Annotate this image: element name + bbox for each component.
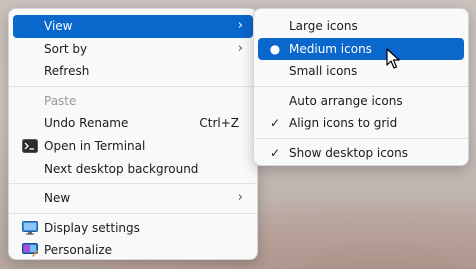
submenu-item-small-icons[interactable]: Small icons	[258, 60, 464, 83]
monitor-icon	[22, 220, 38, 235]
submenu-item-medium-icons[interactable]: ● Medium icons	[258, 37, 464, 61]
menu-item-refresh[interactable]: Refresh	[13, 60, 253, 83]
menu-separator	[254, 137, 468, 139]
submenu-item-medium-icons-label: Medium icons	[289, 41, 372, 56]
menu-item-next-background[interactable]: Next desktop background	[13, 158, 253, 181]
mouse-pointer-icon	[386, 48, 400, 69]
menu-item-personalize[interactable]: Personalize	[13, 239, 253, 262]
chevron-right-icon: ›	[237, 18, 243, 33]
submenu-item-large-icons-label: Large icons	[289, 19, 358, 33]
menu-item-personalize-label: Personalize	[44, 243, 113, 258]
menu-item-view[interactable]: View ›	[13, 15, 253, 38]
submenu-item-align-grid[interactable]: ✓ Align icons to grid	[258, 112, 464, 135]
menu-item-undo-rename[interactable]: Undo Rename Ctrl+Z	[13, 112, 253, 135]
menu-item-display-settings-label: Display settings	[44, 220, 140, 235]
menu-item-sort-by-label: Sort by	[44, 41, 88, 56]
menu-item-undo-rename-label: Undo Rename	[44, 116, 129, 131]
undo-shortcut: Ctrl+Z	[199, 116, 239, 131]
desktop-context-menu: View › Sort by › Refresh Paste Undo Rena…	[8, 8, 258, 260]
checkmark-icon: ✓	[269, 145, 281, 160]
menu-separator	[9, 85, 257, 87]
chevron-right-icon: ›	[237, 40, 243, 56]
menu-item-next-background-label: Next desktop background	[44, 161, 199, 176]
menu-separator	[9, 212, 257, 214]
submenu-item-show-desktop-icons-label: Show desktop icons	[289, 145, 409, 160]
submenu-item-auto-arrange-label: Auto arrange icons	[289, 93, 403, 108]
menu-item-view-label: View	[44, 19, 73, 33]
submenu-item-auto-arrange[interactable]: Auto arrange icons	[258, 90, 464, 113]
menu-item-refresh-label: Refresh	[44, 64, 90, 79]
terminal-icon	[22, 138, 38, 153]
view-submenu: Large icons ● Medium icons Small icons A…	[253, 8, 469, 166]
personalize-icon	[22, 243, 38, 258]
menu-item-display-settings[interactable]: Display settings	[13, 217, 253, 240]
menu-item-paste: Paste	[13, 90, 253, 113]
radio-dot-icon: ●	[269, 41, 281, 56]
checkmark-icon: ✓	[269, 116, 281, 131]
submenu-item-large-icons[interactable]: Large icons	[258, 15, 464, 38]
menu-item-open-terminal[interactable]: Open in Terminal	[13, 135, 253, 158]
menu-item-sort-by[interactable]: Sort by ›	[13, 38, 253, 61]
menu-separator	[254, 85, 468, 87]
menu-item-open-terminal-label: Open in Terminal	[44, 138, 146, 153]
submenu-item-align-grid-label: Align icons to grid	[289, 116, 398, 131]
menu-item-paste-label: Paste	[44, 93, 77, 108]
menu-separator	[9, 183, 257, 185]
menu-item-new[interactable]: New ›	[13, 187, 253, 210]
submenu-item-show-desktop-icons[interactable]: ✓ Show desktop icons	[258, 142, 464, 165]
submenu-item-small-icons-label: Small icons	[289, 64, 358, 79]
chevron-right-icon: ›	[237, 190, 243, 206]
menu-item-new-label: New	[44, 191, 71, 206]
